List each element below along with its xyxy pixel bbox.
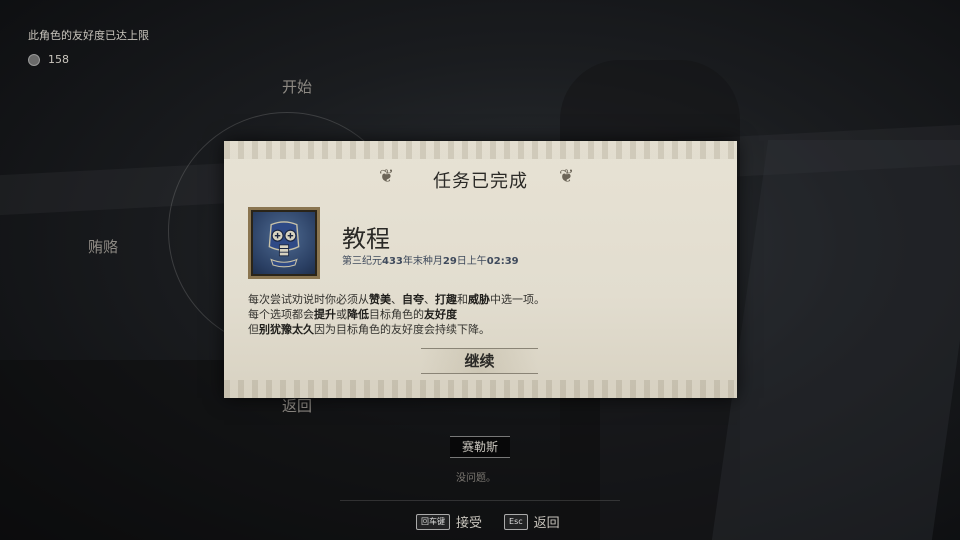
key-hints: 回车键 接受 Esc 返回: [416, 512, 560, 531]
divider: [340, 500, 620, 501]
accept-hint[interactable]: 接受: [456, 512, 482, 531]
currency-display: 158: [28, 53, 69, 66]
continue-button[interactable]: 继续: [421, 348, 538, 374]
quest-complete-dialog: ❦ 任务已完成 ❦ 教程 第三纪元433年末种月29日上午02:39 每次尝试劝…: [224, 141, 737, 398]
currency-value: 158: [48, 53, 69, 66]
tutorial-mask-icon: [248, 207, 320, 279]
esc-key-icon: Esc: [504, 513, 528, 530]
background-rocks: [711, 140, 960, 540]
coin-icon: [28, 53, 40, 66]
wheel-option-start[interactable]: 开始: [282, 76, 312, 97]
wheel-option-bribe[interactable]: 贿赂: [88, 236, 118, 257]
enter-key-icon: 回车键: [416, 513, 450, 530]
ornament-right-icon: ❦: [559, 166, 575, 187]
disposition-max-notice: 此角色的友好度已达上限: [28, 29, 149, 42]
npc-name-plate: 赛勒斯: [450, 436, 510, 458]
quest-name: 教程: [342, 225, 390, 253]
description-line-1: 每次尝试劝说时你必须从赞美、自夸、打趣和威胁中选一项。: [248, 293, 545, 306]
quest-description: 每次尝试劝说时你必须从赞美、自夸、打趣和威胁中选一项。 每个选项都会提升或降低目…: [248, 292, 718, 337]
description-line-3: 但别犹豫太久因为目标角色的友好度会持续下降。: [248, 323, 490, 336]
npc-subtitle: 没问题。: [456, 473, 496, 484]
description-line-2: 每个选项都会提升或降低目标角色的友好度: [248, 308, 457, 321]
quest-date: 第三纪元433年末种月29日上午02:39: [342, 256, 519, 267]
wheel-option-back[interactable]: 返回: [282, 395, 312, 416]
dialog-title: 任务已完成: [433, 171, 528, 192]
back-hint[interactable]: 返回: [534, 512, 560, 531]
